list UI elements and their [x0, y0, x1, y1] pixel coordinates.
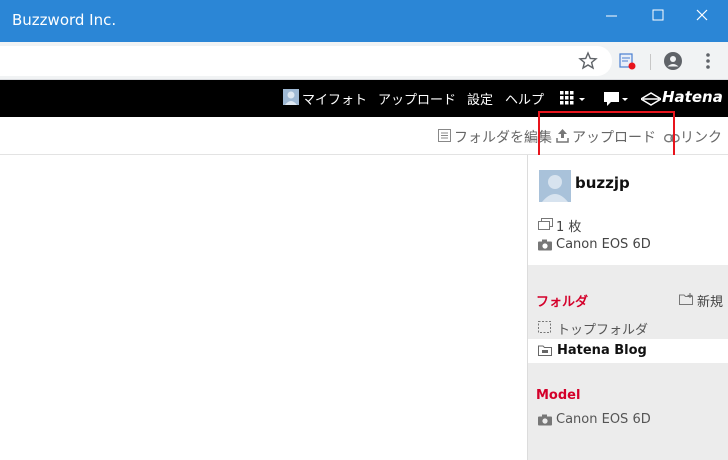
models-title: Model: [536, 388, 581, 403]
profile-icon[interactable]: [663, 51, 683, 71]
notification-balloon-icon[interactable]: [603, 90, 629, 112]
photos-stack-icon: [538, 218, 553, 235]
folders-title: フォルダ: [536, 295, 589, 310]
username[interactable]: buzzjp: [575, 174, 630, 192]
folder-icon: [538, 345, 552, 360]
nav-help[interactable]: ヘルプ: [505, 89, 544, 108]
folder-item-label: トップフォルダ: [557, 323, 649, 338]
folder-item-label: Hatena Blog: [557, 343, 647, 358]
nav-settings[interactable]: 設定: [467, 89, 493, 108]
sidebar: buzzjp 1 枚 Canon EOS 6D フォルダ 新規 トップフォルダ …: [527, 155, 728, 460]
browser-toolbar: [0, 42, 728, 80]
new-folder-icon: [679, 293, 695, 309]
folder-item-hatena-blog[interactable]: Hatena Blog: [528, 339, 728, 363]
close-button[interactable]: [690, 4, 714, 28]
list-icon: [438, 129, 451, 146]
model-item-label: Canon EOS 6D: [556, 412, 651, 427]
window-titlebar: Buzzword Inc.: [0, 0, 728, 42]
minimize-button[interactable]: [600, 4, 624, 28]
extension-icon[interactable]: [617, 51, 637, 71]
camera-icon: [538, 239, 552, 255]
window-title: Buzzword Inc.: [12, 11, 117, 29]
nav-my-photo[interactable]: マイフォト: [302, 89, 367, 108]
new-folder-label: 新規: [697, 295, 724, 310]
maximize-button[interactable]: [646, 4, 670, 28]
dashed-folder-icon: [538, 321, 551, 337]
maximize-icon: [652, 9, 664, 21]
camera-icon: [538, 414, 552, 430]
menu-kebab-icon[interactable]: [698, 51, 718, 71]
apps-grid-icon[interactable]: [560, 91, 586, 111]
hatena-brand[interactable]: Hatena: [662, 88, 723, 106]
nav-upload[interactable]: アップロード: [378, 89, 456, 108]
camera-model-label[interactable]: Canon EOS 6D: [556, 237, 651, 252]
address-bar[interactable]: [0, 46, 612, 76]
link-label: リンク: [680, 130, 722, 146]
bookmark-star-icon[interactable]: [578, 51, 598, 71]
avatar[interactable]: [539, 170, 571, 202]
models-section: Model Canon EOS 6D: [528, 363, 728, 460]
folder-item-top[interactable]: トップフォルダ: [528, 315, 728, 339]
close-icon: [696, 9, 708, 21]
minimize-icon: [606, 15, 617, 17]
toolbar-separator: [650, 54, 651, 70]
photo-count-label: 1 枚: [556, 220, 582, 235]
my-photo-avatar-icon: [283, 89, 299, 109]
user-profile-panel: buzzjp 1 枚 Canon EOS 6D: [528, 155, 728, 265]
folders-section: フォルダ 新規 トップフォルダ: [528, 265, 728, 339]
hatena-logo-icon: [639, 91, 663, 110]
